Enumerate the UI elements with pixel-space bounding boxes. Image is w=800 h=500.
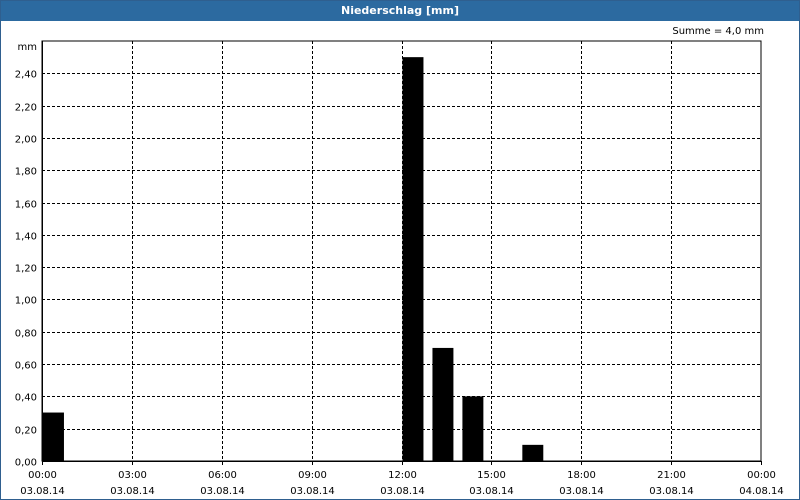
x-tick-date: 03.08.14 bbox=[380, 486, 425, 497]
y-tick-label: 2,40 bbox=[15, 70, 37, 81]
x-tick-time: 03:00 bbox=[118, 470, 147, 481]
x-tick-date: 03.08.14 bbox=[290, 486, 335, 497]
plot-area bbox=[41, 40, 762, 462]
y-tick-label: 0,80 bbox=[15, 329, 37, 340]
y-tick-label: 0,00 bbox=[15, 458, 37, 469]
x-tick-time: 09:00 bbox=[298, 470, 327, 481]
x-tick-time: 00:00 bbox=[747, 470, 776, 481]
x-tick-date: 04.08.14 bbox=[739, 486, 784, 497]
y-tick-label: 1,60 bbox=[15, 200, 37, 211]
y-tick-label: 1,80 bbox=[15, 167, 37, 178]
y-tick-label: 1,00 bbox=[15, 296, 37, 307]
x-tick-time: 15:00 bbox=[477, 470, 506, 481]
y-tick-label: 0,20 bbox=[15, 426, 37, 437]
y-tick-label: 2,20 bbox=[15, 103, 37, 114]
x-tick-time: 18:00 bbox=[567, 470, 596, 481]
y-tick-label: 0,40 bbox=[15, 393, 37, 404]
precipitation-bar bbox=[402, 57, 424, 462]
precipitation-bar bbox=[43, 412, 64, 461]
precipitation-bar bbox=[462, 396, 484, 461]
precipitation-chart: 0,00 0,20 0,40 0,60 0,80 1,00 1,20 1,40 1,60 1,80… bbox=[15, 40, 784, 497]
x-tick-date: 03.08.14 bbox=[20, 486, 65, 497]
precipitation-bar bbox=[432, 347, 454, 461]
y-tick-label: 2,00 bbox=[15, 135, 37, 146]
x-tick-time: 06:00 bbox=[208, 470, 237, 481]
y-axis-unit: mm bbox=[18, 42, 37, 53]
y-tick-label: 1,20 bbox=[15, 264, 37, 275]
x-tick-date: 03.08.14 bbox=[469, 486, 514, 497]
x-tick-time: 21:00 bbox=[657, 470, 686, 481]
x-tick-date: 03.08.14 bbox=[110, 486, 155, 497]
x-tick-date: 03.08.14 bbox=[200, 486, 245, 497]
x-tick-time: 12:00 bbox=[388, 470, 417, 481]
y-tick-label: 0,60 bbox=[15, 361, 37, 372]
y-tick-label: 1,40 bbox=[15, 232, 37, 243]
x-tick-time: 00:00 bbox=[28, 470, 57, 481]
x-tick-date: 03.08.14 bbox=[649, 486, 694, 497]
x-tick-date: 03.08.14 bbox=[559, 486, 604, 497]
precipitation-bar bbox=[522, 444, 544, 461]
